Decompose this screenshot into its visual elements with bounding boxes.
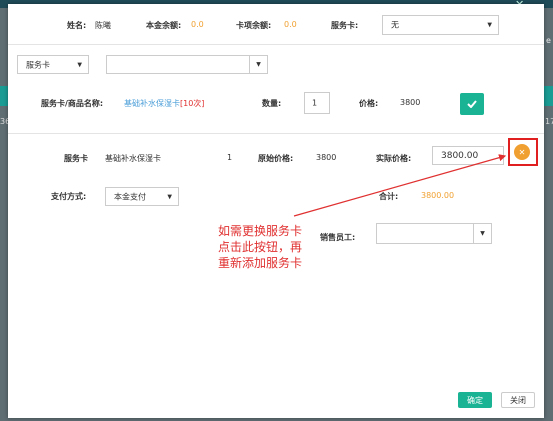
purchase-card-modal: 姓名: 陈曦 本金余额: 0.0 卡项余额: 0.0 服务卡: 无 ▼ 服务卡 … — [8, 4, 544, 418]
confirm-button[interactable]: 确定 — [458, 392, 492, 408]
annotation-arrow — [293, 154, 507, 217]
background-text-right: 17 — [545, 117, 553, 126]
background-bar-right — [544, 86, 553, 106]
background-text-edge: e — [546, 36, 551, 45]
background-bar-left — [0, 86, 8, 106]
close-button[interactable]: 关闭 — [501, 392, 535, 408]
